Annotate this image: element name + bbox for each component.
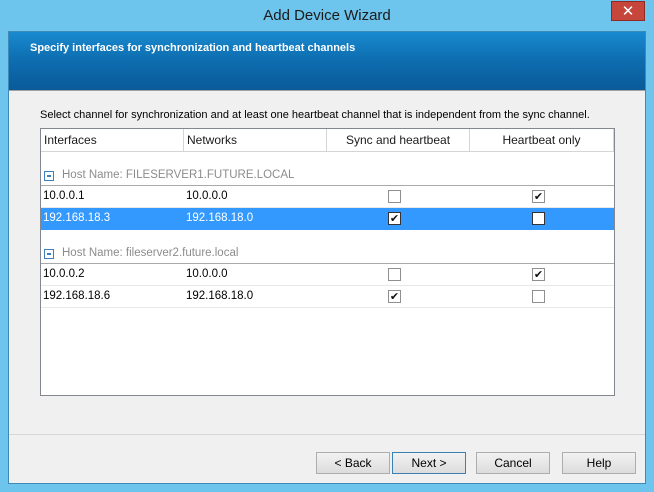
wizard-client-area: Specify interfaces for synchronization a… bbox=[8, 31, 646, 484]
column-header-interfaces[interactable]: Interfaces bbox=[41, 129, 184, 152]
network-cell: 10.0.0.0 bbox=[186, 268, 228, 280]
interface-cell: 10.0.0.1 bbox=[43, 190, 85, 202]
instruction-text: Select channel for synchronization and a… bbox=[40, 109, 590, 121]
column-header-networks[interactable]: Networks bbox=[184, 129, 327, 152]
network-cell: 192.168.18.0 bbox=[186, 212, 254, 224]
back-button[interactable]: < Back bbox=[316, 452, 390, 474]
heartbeat-checkbox[interactable] bbox=[532, 212, 545, 225]
heartbeat-checkbox[interactable]: ✔ bbox=[532, 268, 545, 281]
network-cell: 192.168.18.0 bbox=[186, 290, 254, 302]
interface-cell: 192.168.18.6 bbox=[43, 290, 111, 302]
column-header-sync[interactable]: Sync and heartbeat bbox=[327, 129, 470, 152]
interface-cell: 192.168.18.3 bbox=[43, 212, 111, 224]
table-row[interactable]: 192.168.18.6 192.168.18.0 ✔ bbox=[41, 286, 614, 308]
group-label: Host Name: fileserver2.future.local bbox=[62, 247, 239, 259]
title-bar[interactable]: Add Device Wizard ✕ bbox=[0, 0, 654, 32]
header-divider bbox=[9, 90, 645, 91]
footer-divider bbox=[9, 434, 645, 435]
close-icon: ✕ bbox=[621, 3, 635, 20]
close-button[interactable]: ✕ bbox=[611, 1, 645, 21]
interface-cell: 10.0.0.2 bbox=[43, 268, 85, 280]
collapse-icon[interactable] bbox=[44, 249, 54, 259]
help-button[interactable]: Help bbox=[562, 452, 636, 474]
group-header-host2: Host Name: fileserver2.future.local bbox=[41, 244, 614, 264]
sync-checkbox[interactable] bbox=[388, 268, 401, 281]
heartbeat-checkbox[interactable]: ✔ bbox=[532, 190, 545, 203]
wizard-window: Add Device Wizard ✕ Specify interfaces f… bbox=[0, 0, 654, 492]
window-title: Add Device Wizard bbox=[263, 7, 391, 24]
table-row[interactable]: 10.0.0.2 10.0.0.0 ✔ bbox=[41, 264, 614, 286]
table-row-selected[interactable]: 192.168.18.3 192.168.18.0 ✔ bbox=[41, 208, 614, 230]
heartbeat-checkbox[interactable] bbox=[532, 290, 545, 303]
group-header-host1: Host Name: FILESERVER1.FUTURE.LOCAL bbox=[41, 166, 614, 186]
interfaces-grid: Interfaces Networks Sync and heartbeat H… bbox=[40, 128, 615, 396]
column-header-heartbeat[interactable]: Heartbeat only bbox=[470, 129, 614, 152]
group-label: Host Name: FILESERVER1.FUTURE.LOCAL bbox=[62, 169, 295, 181]
cancel-button[interactable]: Cancel bbox=[476, 452, 550, 474]
page-heading: Specify interfaces for synchronization a… bbox=[30, 42, 356, 54]
sync-checkbox[interactable] bbox=[388, 190, 401, 203]
network-cell: 10.0.0.0 bbox=[186, 190, 228, 202]
wizard-header-banner: Specify interfaces for synchronization a… bbox=[9, 32, 645, 90]
collapse-icon[interactable] bbox=[44, 171, 54, 181]
table-row[interactable]: 10.0.0.1 10.0.0.0 ✔ bbox=[41, 186, 614, 208]
next-button[interactable]: Next > bbox=[392, 452, 466, 474]
sync-checkbox[interactable]: ✔ bbox=[388, 212, 401, 225]
sync-checkbox[interactable]: ✔ bbox=[388, 290, 401, 303]
